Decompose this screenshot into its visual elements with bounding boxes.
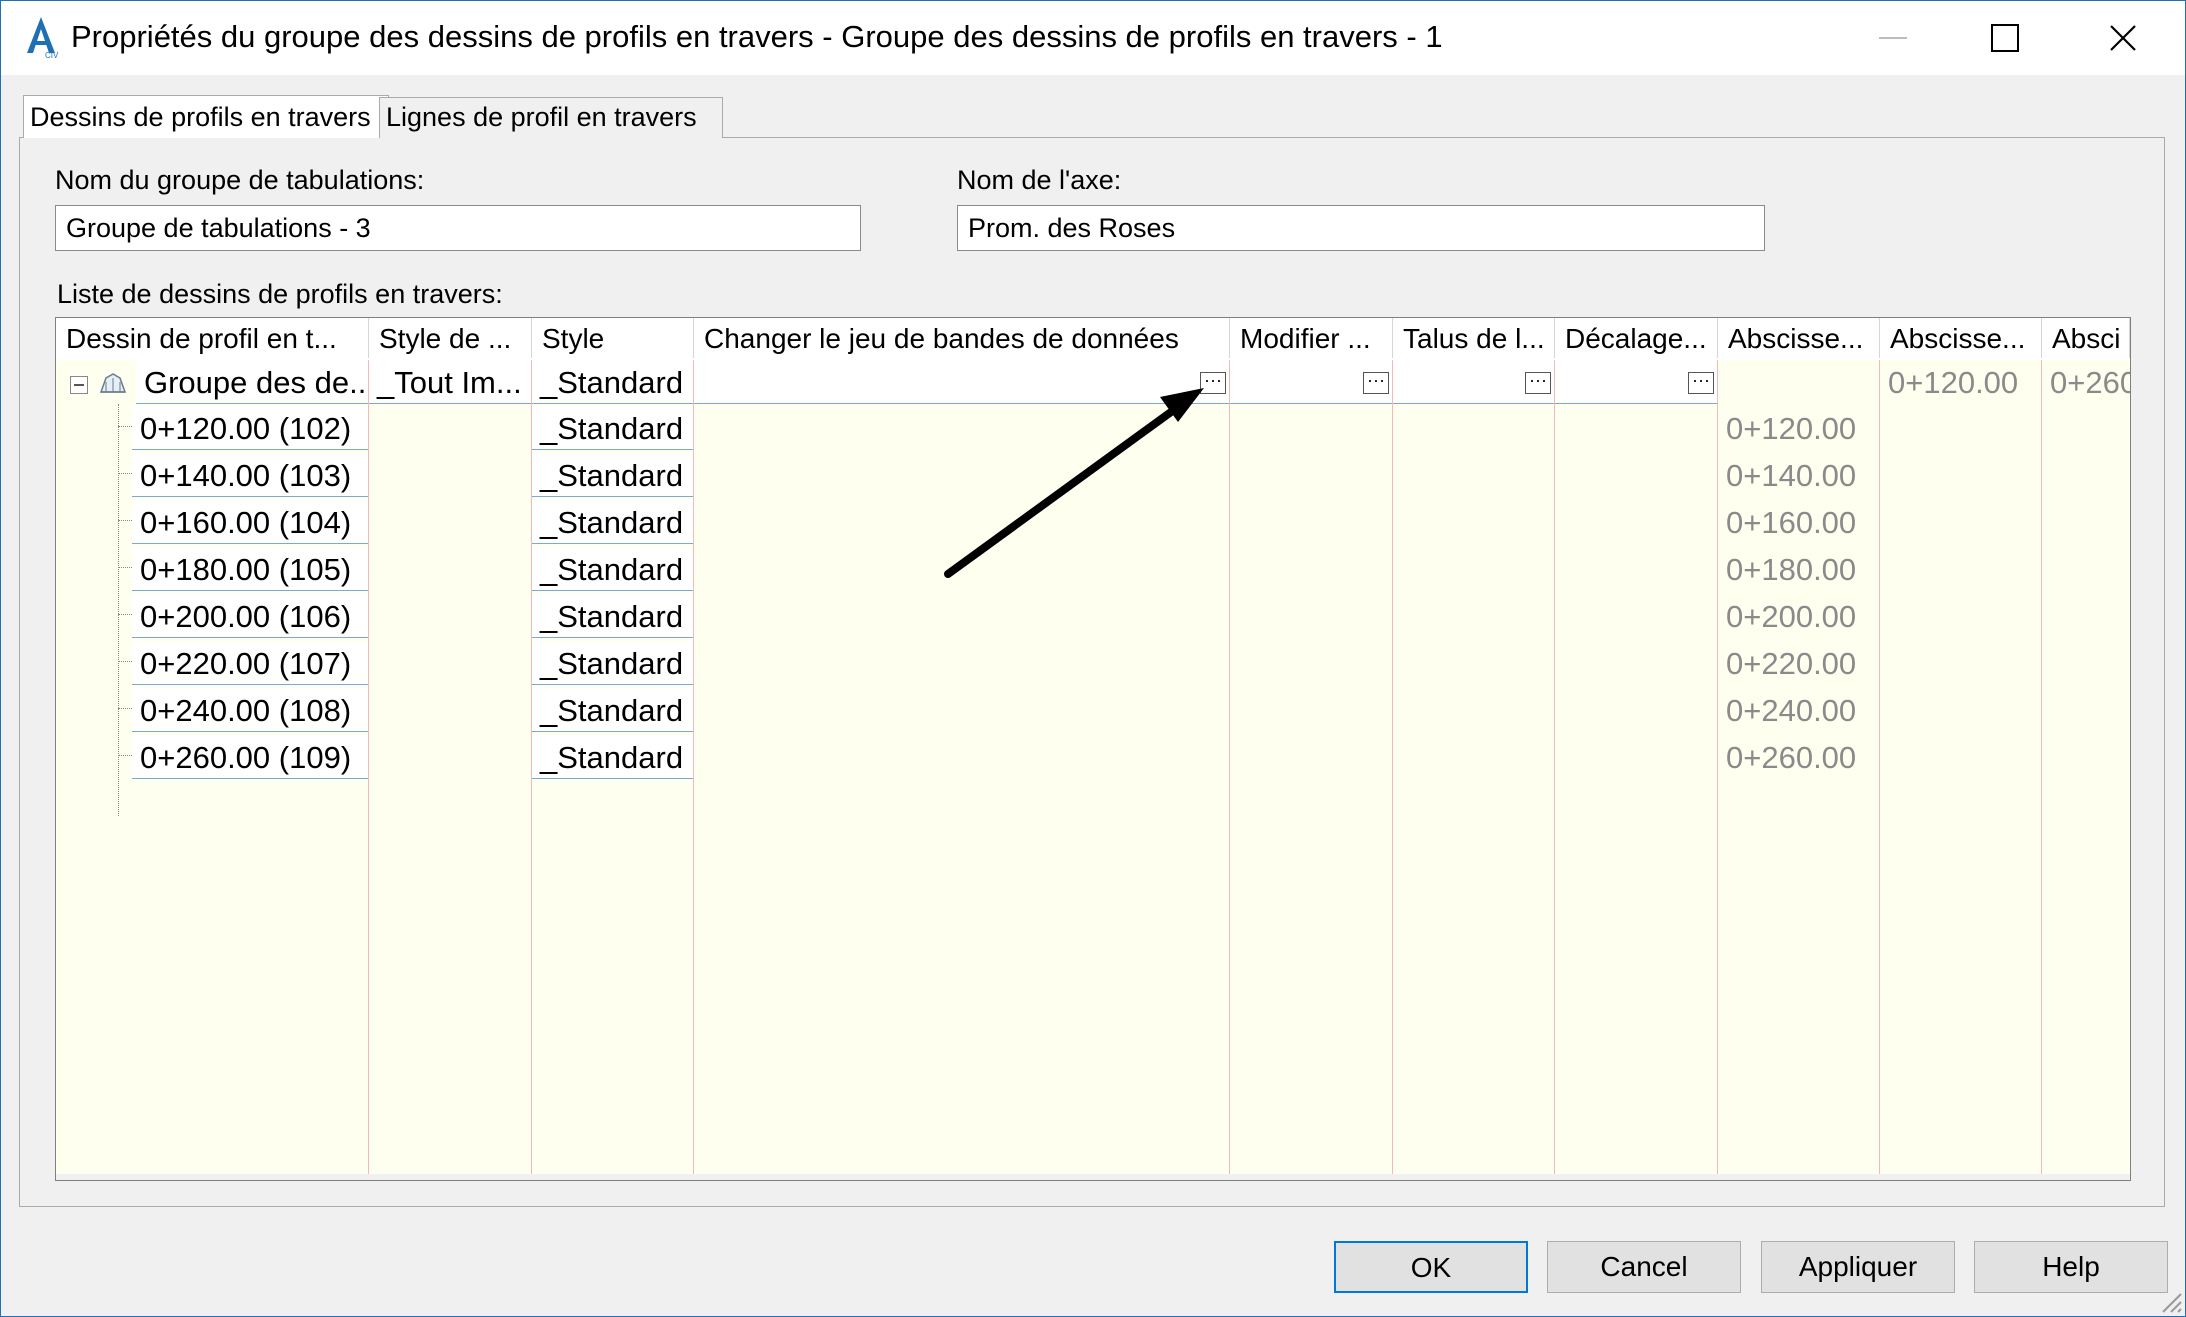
row-abscisse-cell: 0+120.00: [1726, 411, 1857, 446]
column-header-modifier[interactable]: Modifier ...: [1230, 318, 1393, 358]
axis-name-field[interactable]: Prom. des Roses: [957, 205, 1765, 251]
row-name-cell[interactable]: 0+200.00 (106): [132, 594, 368, 638]
maximize-icon: [1991, 24, 2019, 52]
column-header-bandes[interactable]: Changer le jeu de bandes de données: [694, 318, 1230, 358]
row-abscisse-cell: 0+220.00: [1726, 646, 1857, 681]
window-title: Propriétés du groupe des dessins de prof…: [71, 19, 1443, 54]
row-style-cell[interactable]: _Standard: [532, 735, 693, 779]
section-group-icon: [99, 373, 127, 393]
row-abscisse-cell: 0+160.00: [1726, 505, 1857, 540]
help-button[interactable]: Help: [1974, 1241, 2168, 1293]
column-header-dessin[interactable]: Dessin de profil en t...: [56, 318, 369, 358]
resize-grip-icon[interactable]: [2155, 1286, 2183, 1314]
group-name-label: Nom du groupe de tabulations:: [55, 165, 425, 195]
scroll-left-icon[interactable]: ‹: [58, 1174, 98, 1180]
dialog-window: CIVIL Propriétés du groupe des dessins d…: [0, 0, 2186, 1317]
maximize-button[interactable]: [1949, 1, 2061, 75]
table-row[interactable]: 0+180.00 (105) _Standard 0+180.00: [56, 547, 2130, 594]
row-abscisse-cell: 0+180.00: [1726, 552, 1857, 587]
row-name-cell[interactable]: 0+140.00 (103): [132, 453, 368, 497]
row-name-cell[interactable]: 0+240.00 (108): [132, 688, 368, 732]
row-style-cell[interactable]: _Standard: [532, 641, 693, 685]
row-style-cell[interactable]: _Standard: [532, 547, 693, 591]
table-row[interactable]: 0+240.00 (108) _Standard 0+240.00: [56, 688, 2130, 735]
column-header-style[interactable]: Style: [532, 318, 694, 358]
table-row-group[interactable]: Groupe des de... _Tout Im... _Standard ·…: [56, 360, 2130, 406]
column-header-abscisse-3[interactable]: Absci: [2042, 318, 2130, 358]
table-row[interactable]: 0+140.00 (103) _Standard 0+140.00: [56, 453, 2130, 500]
close-button[interactable]: [2067, 1, 2179, 75]
list-label: Liste de dessins de profils en travers:: [57, 279, 503, 309]
row-style-cell[interactable]: _Standard: [532, 500, 693, 544]
row-style-cell[interactable]: _Standard: [532, 688, 693, 732]
row-name-cell[interactable]: 0+220.00 (107): [132, 641, 368, 685]
row-name-cell[interactable]: 0+120.00 (102): [132, 406, 368, 450]
title-bar: CIVIL Propriétés du groupe des dessins d…: [1, 1, 2185, 75]
column-header-style-de[interactable]: Style de ...: [369, 318, 532, 358]
ellipsis-button-talus[interactable]: ···: [1525, 371, 1551, 394]
column-header-talus[interactable]: Talus de l...: [1393, 318, 1555, 358]
column-header-abscisse-1[interactable]: Abscisse...: [1718, 318, 1880, 358]
close-icon: [2110, 25, 2136, 51]
ok-button[interactable]: OK: [1334, 1241, 1528, 1293]
row-style-cell[interactable]: _Standard: [532, 406, 693, 450]
civil3d-app-icon: CIVIL: [27, 17, 59, 59]
row-style-cell[interactable]: _Standard: [532, 594, 693, 638]
column-header-abscisse-2[interactable]: Abscisse...: [1880, 318, 2042, 358]
row-name-cell[interactable]: 0+160.00 (104): [132, 500, 368, 544]
table-row[interactable]: 0+120.00 (102) _Standard 0+120.00: [56, 406, 2130, 453]
table-row[interactable]: 0+200.00 (106) _Standard 0+200.00: [56, 594, 2130, 641]
table-row[interactable]: 0+220.00 (107) _Standard 0+220.00: [56, 641, 2130, 688]
ellipsis-button-decalage[interactable]: ···: [1688, 371, 1714, 394]
row-name-cell[interactable]: 0+180.00 (105): [132, 547, 368, 591]
scrollbar-thumb[interactable]: [100, 1180, 2058, 1181]
cancel-button[interactable]: Cancel: [1547, 1241, 1741, 1293]
group-name-cell[interactable]: Groupe des de...: [136, 360, 368, 404]
row-abscisse-cell: 0+200.00: [1726, 599, 1857, 634]
minimize-button[interactable]: [1837, 1, 1949, 75]
column-header-decalage[interactable]: Décalage...: [1555, 318, 1718, 358]
row-name-cell[interactable]: 0+260.00 (109): [132, 735, 368, 779]
ellipsis-button-bandes[interactable]: ···: [1200, 371, 1226, 394]
group-abscisse-2-cell: 0+120.00: [1888, 365, 2019, 400]
group-name-field[interactable]: Groupe de tabulations - 3: [55, 205, 861, 251]
ellipsis-button-modifier[interactable]: ···: [1363, 371, 1389, 394]
group-abscisse-3-cell: 0+260: [2050, 365, 2130, 400]
apply-button[interactable]: Appliquer: [1761, 1241, 1955, 1293]
table-row[interactable]: 0+160.00 (104) _Standard 0+160.00: [56, 500, 2130, 547]
row-abscisse-cell: 0+260.00: [1726, 740, 1857, 775]
minimize-icon: [1879, 37, 1907, 39]
axis-name-label: Nom de l'axe:: [957, 165, 1122, 195]
group-bandes-cell[interactable]: [694, 360, 1229, 404]
sections-grid[interactable]: Dessin de profil en t... Style de ... St…: [55, 317, 2131, 1181]
row-style-cell[interactable]: _Standard: [532, 453, 693, 497]
tab-dessins-profils[interactable]: Dessins de profils en travers: [23, 95, 389, 138]
svg-text:CIVIL: CIVIL: [45, 51, 59, 59]
group-style-de-cell[interactable]: _Tout Im...: [369, 360, 531, 404]
horizontal-scrollbar[interactable]: ‹ ›: [56, 1174, 2130, 1181]
row-abscisse-cell: 0+140.00: [1726, 458, 1857, 493]
table-row[interactable]: 0+260.00 (109) _Standard 0+260.00: [56, 735, 2130, 782]
row-abscisse-cell: 0+240.00: [1726, 693, 1857, 728]
group-style-cell[interactable]: _Standard: [532, 360, 693, 404]
tab-lignes-profil[interactable]: Lignes de profil en travers: [379, 97, 723, 138]
collapse-icon[interactable]: [70, 376, 88, 394]
scroll-right-icon[interactable]: ›: [2086, 1174, 2126, 1180]
